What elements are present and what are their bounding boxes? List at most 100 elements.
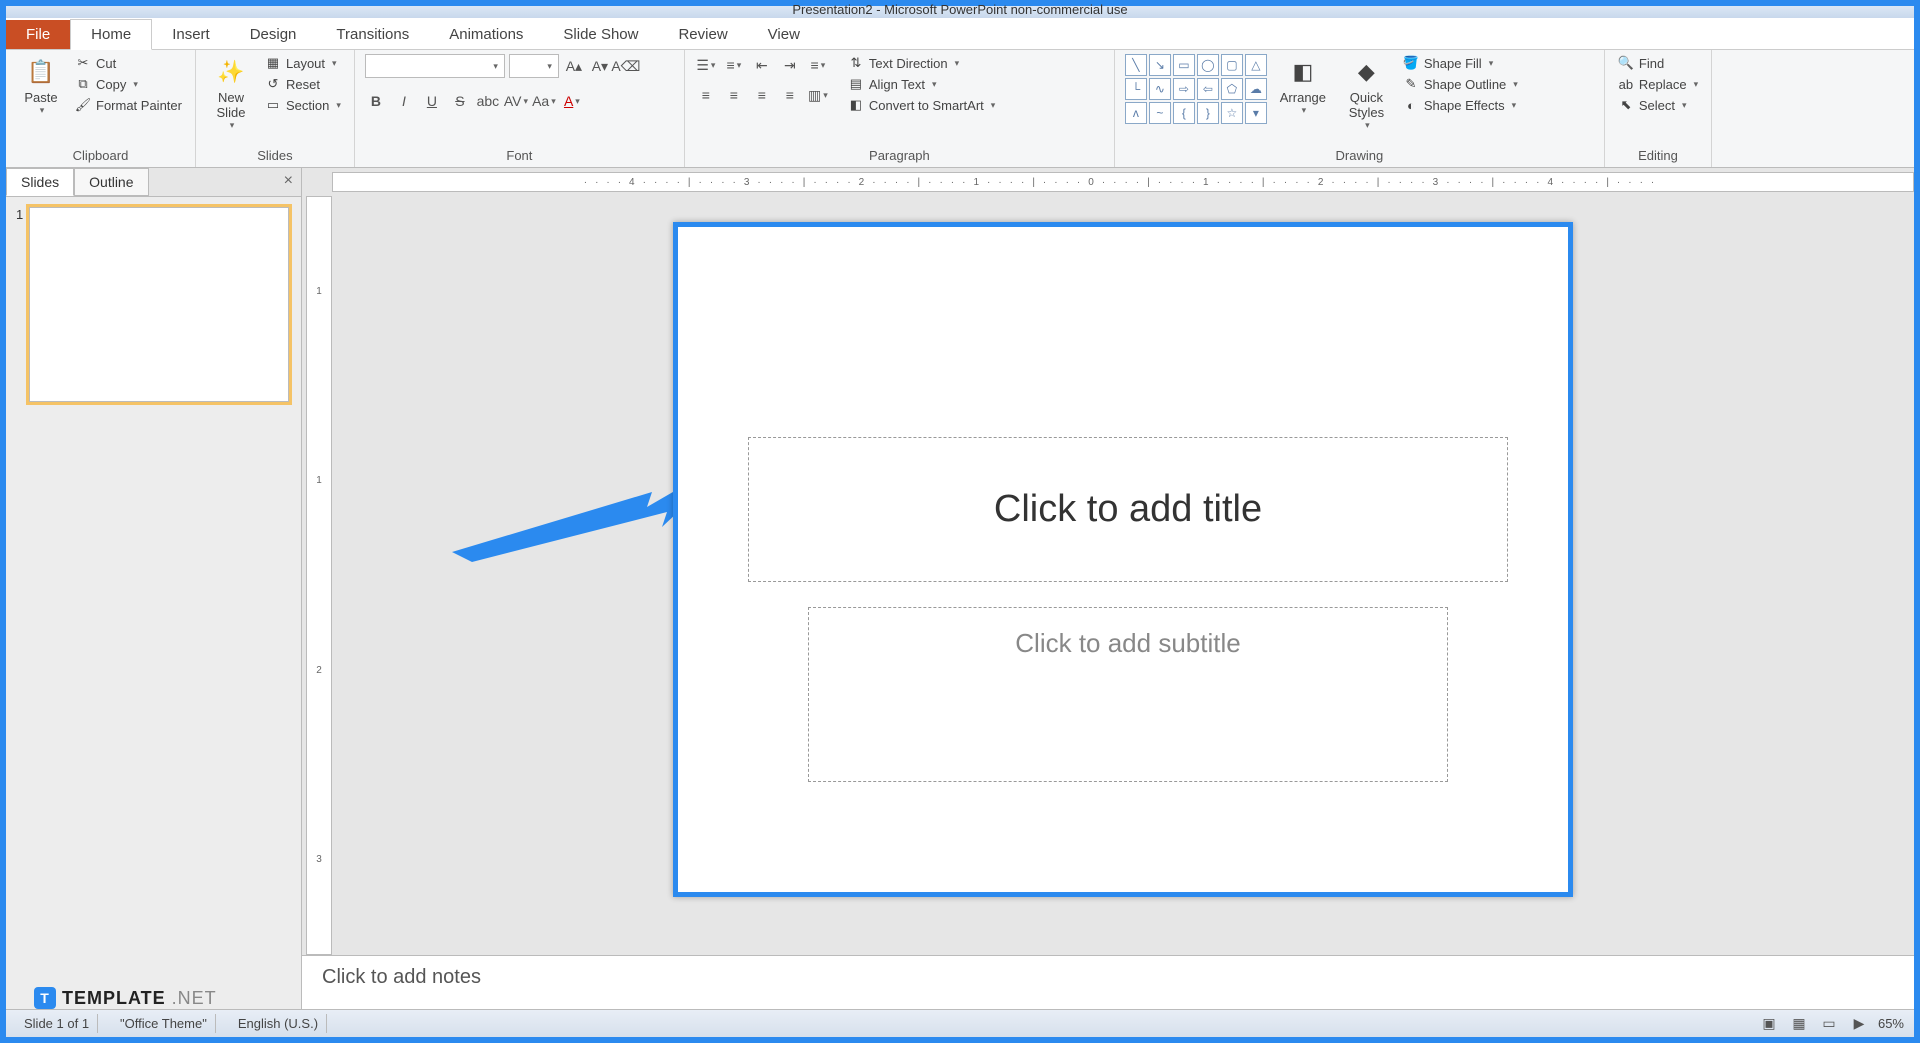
- tab-design[interactable]: Design: [230, 20, 317, 49]
- group-drawing-label: Drawing: [1125, 146, 1594, 165]
- group-slides-label: Slides: [206, 146, 344, 165]
- editor-area: ····4····|····3····|····2····|····1····|…: [302, 168, 1914, 1009]
- char-spacing-button[interactable]: AV▾: [505, 90, 527, 112]
- quick-styles-button[interactable]: ◆ Quick Styles▾: [1339, 54, 1394, 131]
- shape-pentagon-icon[interactable]: ⬠: [1221, 78, 1243, 100]
- tab-animations[interactable]: Animations: [429, 20, 543, 49]
- align-left-button[interactable]: ≡: [695, 84, 717, 106]
- shape-star-icon[interactable]: ☆: [1221, 102, 1243, 124]
- ribbon: 📋 Paste▾ ✂Cut ⧉Copy▾ 🖌Format Painter Cli…: [6, 50, 1914, 168]
- view-reading-button[interactable]: ▭: [1818, 1013, 1840, 1035]
- font-size-select[interactable]: ▾: [509, 54, 559, 78]
- slides-pane: Slides Outline × 1: [6, 168, 302, 1009]
- reset-button[interactable]: ↺Reset: [262, 75, 344, 93]
- shape-freeform-icon[interactable]: ʌ: [1125, 102, 1147, 124]
- shape-line-icon[interactable]: ╲: [1125, 54, 1147, 76]
- shape-triangle-icon[interactable]: △: [1245, 54, 1267, 76]
- font-color-button[interactable]: A▾: [561, 90, 583, 112]
- replace-button[interactable]: abReplace▾: [1615, 75, 1701, 93]
- tab-insert[interactable]: Insert: [152, 20, 230, 49]
- view-slideshow-button[interactable]: ▶: [1848, 1013, 1870, 1035]
- arrange-button[interactable]: ◧ Arrange▾: [1273, 54, 1333, 116]
- italic-button[interactable]: I: [393, 90, 415, 112]
- shadow-button[interactable]: abc: [477, 90, 499, 112]
- increase-indent-button[interactable]: ⇥: [779, 54, 801, 76]
- shape-cloud-icon[interactable]: ☁: [1245, 78, 1267, 100]
- view-sorter-button[interactable]: ▦: [1788, 1013, 1810, 1035]
- slide-thumbnail-1[interactable]: [29, 207, 289, 402]
- numbering-button[interactable]: ≡▾: [723, 54, 745, 76]
- tab-slideshow[interactable]: Slide Show: [543, 20, 658, 49]
- select-button[interactable]: ⬉Select▾: [1615, 96, 1701, 114]
- clear-formatting-button[interactable]: A⌫: [615, 55, 637, 77]
- font-family-select[interactable]: ▾: [365, 54, 505, 78]
- shape-effects-button[interactable]: ◐Shape Effects▾: [1400, 96, 1521, 114]
- zoom-level[interactable]: 65%: [1878, 1016, 1904, 1031]
- shape-curve-icon[interactable]: ∿: [1149, 78, 1171, 100]
- effects-icon: ◐: [1403, 97, 1419, 113]
- notes-pane[interactable]: Click to add notes: [302, 955, 1914, 1009]
- shape-arrow3-icon[interactable]: ⇦: [1197, 78, 1219, 100]
- shape-rect-icon[interactable]: ▭: [1173, 54, 1195, 76]
- bold-button[interactable]: B: [365, 90, 387, 112]
- view-normal-button[interactable]: ▣: [1758, 1013, 1780, 1035]
- tab-file[interactable]: File: [6, 20, 70, 49]
- ribbon-tabs: File Home Insert Design Transitions Anim…: [6, 18, 1914, 50]
- status-theme: "Office Theme": [112, 1014, 216, 1033]
- layout-button[interactable]: ▦Layout▾: [262, 54, 344, 72]
- shape-brace2-icon[interactable]: }: [1197, 102, 1219, 124]
- horizontal-ruler: ····4····|····3····|····2····|····1····|…: [332, 172, 1914, 192]
- workspace: Slides Outline × 1 ····4····|····3····|·…: [6, 168, 1914, 1009]
- text-direction-button[interactable]: ⇅Text Direction▾: [845, 54, 998, 72]
- format-painter-button[interactable]: 🖌Format Painter: [72, 96, 185, 114]
- copy-button[interactable]: ⧉Copy▾: [72, 75, 185, 93]
- group-editing-label: Editing: [1615, 146, 1701, 165]
- decrease-indent-button[interactable]: ⇤: [751, 54, 773, 76]
- section-button[interactable]: ▭Section▾: [262, 96, 344, 114]
- pane-tab-outline[interactable]: Outline: [74, 168, 148, 196]
- shape-brace-icon[interactable]: {: [1173, 102, 1195, 124]
- shape-oval-icon[interactable]: ◯: [1197, 54, 1219, 76]
- pane-tab-slides[interactable]: Slides: [6, 168, 74, 196]
- shapes-gallery[interactable]: ╲ ↘ ▭ ◯ ▢ △ └ ∿ ⇨ ⇦ ⬠ ☁ ʌ ~ { } ☆: [1125, 54, 1267, 124]
- bullets-button[interactable]: ☰▾: [695, 54, 717, 76]
- underline-button[interactable]: U: [421, 90, 443, 112]
- find-icon: 🔍: [1618, 55, 1634, 71]
- subtitle-placeholder[interactable]: Click to add subtitle: [808, 607, 1448, 782]
- change-case-button[interactable]: Aa▾: [533, 90, 555, 112]
- canvas[interactable]: Click to add title Click to add subtitle: [332, 192, 1914, 955]
- justify-button[interactable]: ≡: [779, 84, 801, 106]
- cut-button[interactable]: ✂Cut: [72, 54, 185, 72]
- shape-outline-button[interactable]: ✎Shape Outline▾: [1400, 75, 1521, 93]
- shape-scribble-icon[interactable]: ~: [1149, 102, 1171, 124]
- align-right-button[interactable]: ≡: [751, 84, 773, 106]
- brush-icon: 🖌: [75, 97, 91, 113]
- status-language[interactable]: English (U.S.): [230, 1014, 327, 1033]
- align-center-button[interactable]: ≡: [723, 84, 745, 106]
- status-bar: Slide 1 of 1 "Office Theme" English (U.S…: [6, 1009, 1914, 1037]
- shape-elbow-icon[interactable]: └: [1125, 78, 1147, 100]
- tab-review[interactable]: Review: [658, 20, 747, 49]
- shape-more-icon[interactable]: ▾: [1245, 102, 1267, 124]
- line-spacing-button[interactable]: ≡▾: [807, 54, 829, 76]
- new-slide-button[interactable]: ✨ New Slide▾: [206, 54, 256, 131]
- shrink-font-button[interactable]: A▾: [589, 55, 611, 77]
- tab-view[interactable]: View: [748, 20, 820, 49]
- grow-font-button[interactable]: A▴: [563, 55, 585, 77]
- title-placeholder[interactable]: Click to add title: [748, 437, 1508, 582]
- shape-roundrect-icon[interactable]: ▢: [1221, 54, 1243, 76]
- tab-home[interactable]: Home: [70, 19, 152, 50]
- columns-button[interactable]: ▥▾: [807, 84, 829, 106]
- align-text-button[interactable]: ▤Align Text▾: [845, 75, 998, 93]
- convert-smartart-button[interactable]: ◧Convert to SmartArt▾: [845, 96, 998, 114]
- strikethrough-button[interactable]: S: [449, 90, 471, 112]
- shape-arrow-icon[interactable]: ↘: [1149, 54, 1171, 76]
- group-clipboard-label: Clipboard: [16, 146, 185, 165]
- shape-arrow2-icon[interactable]: ⇨: [1173, 78, 1195, 100]
- tab-transitions[interactable]: Transitions: [316, 20, 429, 49]
- shape-fill-button[interactable]: 🪣Shape Fill▾: [1400, 54, 1521, 72]
- paste-button[interactable]: 📋 Paste▾: [16, 54, 66, 116]
- pane-close-button[interactable]: ×: [276, 168, 301, 196]
- find-button[interactable]: 🔍Find: [1615, 54, 1701, 72]
- slide-canvas[interactable]: Click to add title Click to add subtitle: [673, 222, 1573, 897]
